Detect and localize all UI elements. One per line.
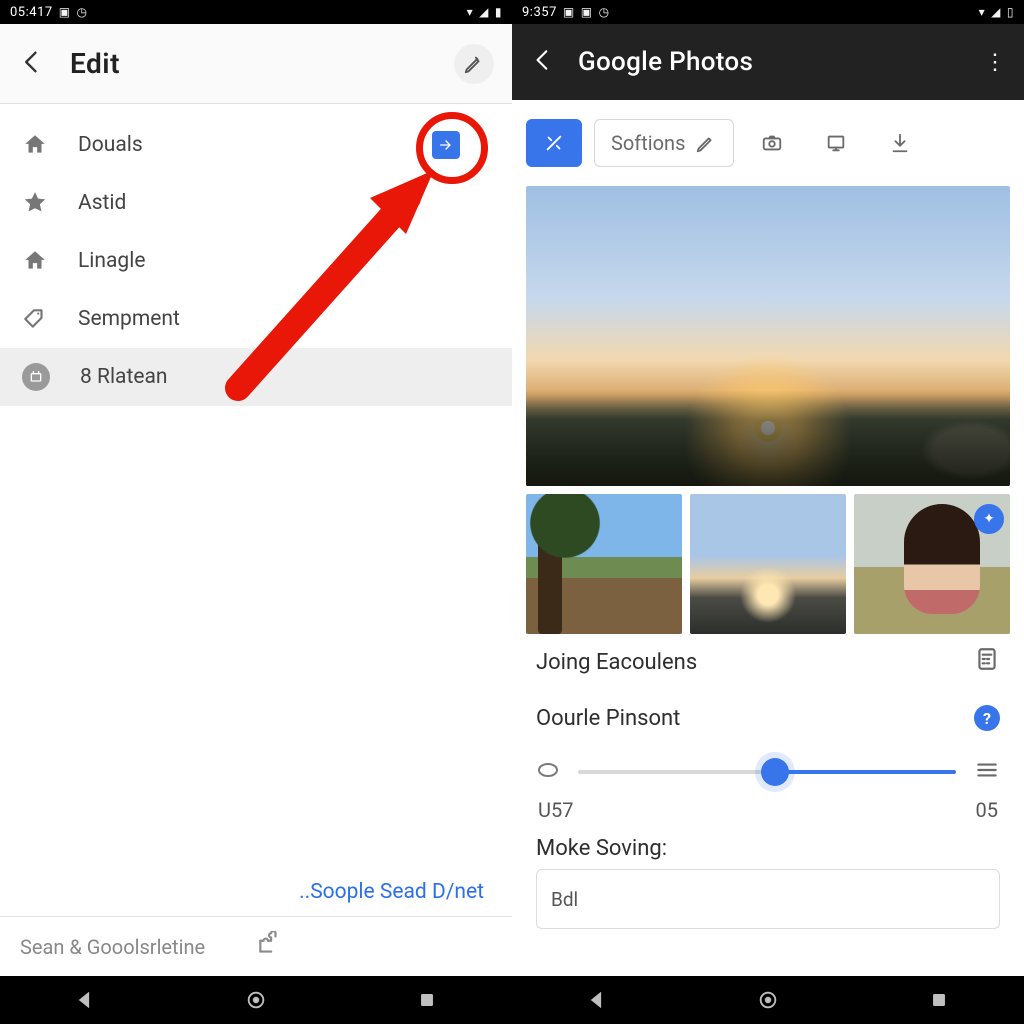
photo-thumbnail-row: ✦ xyxy=(526,494,1010,634)
setting-row-joing[interactable]: Joing Eacoulens xyxy=(536,634,1000,690)
nav-back[interactable] xyxy=(583,986,611,1014)
slider-right-label: 05 xyxy=(976,798,998,822)
row-label: Oourle Pinsont xyxy=(536,706,680,731)
nav-back[interactable] xyxy=(71,986,99,1014)
tool-camera-button[interactable] xyxy=(746,119,798,167)
notif-icon: ▣ xyxy=(581,5,593,19)
wifi-icon: ▾ xyxy=(467,5,474,19)
status-bar: 9:357 ▣ ▣ ◷ ▾ ◢ ▯ xyxy=(512,0,1024,24)
nav-recent[interactable] xyxy=(413,986,441,1014)
settings-section: Joing Eacoulens Oourle Pinsont ? xyxy=(526,634,1010,929)
edit-item-label: Astid xyxy=(78,191,126,215)
status-time: 05:417 xyxy=(10,5,53,20)
puzzle-icon[interactable] xyxy=(256,931,492,962)
edit-item-label: Douals xyxy=(78,133,143,157)
clock-icon: ◷ xyxy=(599,5,610,19)
back-button[interactable] xyxy=(530,47,556,77)
battery-icon: ▯ xyxy=(1007,5,1014,19)
sun-glow xyxy=(754,414,782,442)
slider-left-label: U57 xyxy=(538,798,573,822)
home-icon xyxy=(22,248,48,274)
nav-home[interactable] xyxy=(242,986,270,1014)
phone-edit: 05:417 ▣ ◷ ▾ ◢ ▮ Edit Douals xyxy=(0,0,512,1024)
edit-item-astid[interactable]: Astid xyxy=(0,174,512,232)
slider-thumb[interactable] xyxy=(761,758,789,786)
photos-canvas: Softions ✦ Joing Eacoule xyxy=(512,100,1024,929)
edit-item-sempment[interactable]: Sempment xyxy=(0,290,512,348)
photo-thumbnail[interactable] xyxy=(690,494,846,634)
tool-label: Softions xyxy=(611,131,685,155)
photo-thumbnail[interactable]: ✦ xyxy=(854,494,1010,634)
page-title: Google Photos xyxy=(578,47,984,77)
signal-icon: ◢ xyxy=(991,5,1001,19)
battery-icon: ▮ xyxy=(495,5,502,19)
slider-fill xyxy=(775,770,956,774)
tool-download-button[interactable] xyxy=(874,119,926,167)
main-photo[interactable] xyxy=(526,186,1010,486)
nav-home[interactable] xyxy=(754,986,782,1014)
tool-auto-button[interactable] xyxy=(526,119,582,167)
edit-item-label: 8 Rlatean xyxy=(80,365,168,389)
edit-item-label: Linagle xyxy=(78,249,145,273)
strength-slider[interactable] xyxy=(578,756,956,788)
tool-softions-button[interactable]: Softions xyxy=(594,119,734,167)
edit-item-label: Sempment xyxy=(78,307,180,331)
dropdown-stub[interactable]: Bdl xyxy=(536,869,1000,929)
page-title: Edit xyxy=(70,47,454,80)
star-icon xyxy=(22,190,48,216)
footer-bar-text: Sean & Gooolsrletine xyxy=(20,935,256,959)
signal-icon: ◢ xyxy=(479,5,489,19)
photos-header: Google Photos ⋮ xyxy=(512,24,1024,100)
edit-compose-button[interactable] xyxy=(454,44,494,84)
status-time: 9:357 xyxy=(522,5,557,20)
edit-header: Edit xyxy=(0,24,512,104)
card-icon xyxy=(22,363,50,391)
tool-screen-button[interactable] xyxy=(810,119,862,167)
status-bar: 05:417 ▣ ◷ ▾ ◢ ▮ xyxy=(0,0,512,24)
edit-item-linagle[interactable]: Linagle xyxy=(0,232,512,290)
setting-row-oourle[interactable]: Oourle Pinsont ? xyxy=(536,690,1000,746)
photo-thumbnail[interactable] xyxy=(526,494,682,634)
footer-link[interactable]: ..Soople Sead D/net xyxy=(299,880,484,904)
back-button[interactable] xyxy=(18,48,46,80)
wifi-icon: ▾ xyxy=(979,5,986,19)
loop-icon xyxy=(536,758,560,786)
android-nav-bar xyxy=(512,976,1024,1024)
slider-row xyxy=(536,746,1000,798)
home-icon xyxy=(22,132,48,158)
phone-photos: 9:357 ▣ ▣ ◷ ▾ ◢ ▯ Google Photos ⋮ Softio… xyxy=(512,0,1024,1024)
footer-bar: Sean & Gooolsrletine xyxy=(0,916,512,976)
thumbnail-badge-icon: ✦ xyxy=(974,504,1004,534)
help-icon[interactable]: ? xyxy=(974,705,1000,731)
edit-item-rlatean[interactable]: 8 Rlatean xyxy=(0,348,512,406)
annotation-circle xyxy=(416,112,488,184)
row-label: Joing Eacoulens xyxy=(536,650,697,675)
list-icon[interactable] xyxy=(974,757,1000,787)
slider-labels: U57 05 xyxy=(536,798,1000,828)
make-soving-label: Moke Soving: xyxy=(536,828,1000,863)
clock-icon: ◷ xyxy=(77,5,88,19)
notif-icon: ▣ xyxy=(59,5,71,19)
calculator-icon xyxy=(974,646,1000,678)
overflow-menu-button[interactable]: ⋮ xyxy=(984,50,1006,75)
android-nav-bar xyxy=(0,976,512,1024)
nav-recent[interactable] xyxy=(925,986,953,1014)
dropdown-stub-text: Bdl xyxy=(551,888,578,911)
tag-icon xyxy=(22,306,48,332)
edit-toolbar: Softions xyxy=(526,114,1010,172)
notif-icon: ▣ xyxy=(563,5,575,19)
